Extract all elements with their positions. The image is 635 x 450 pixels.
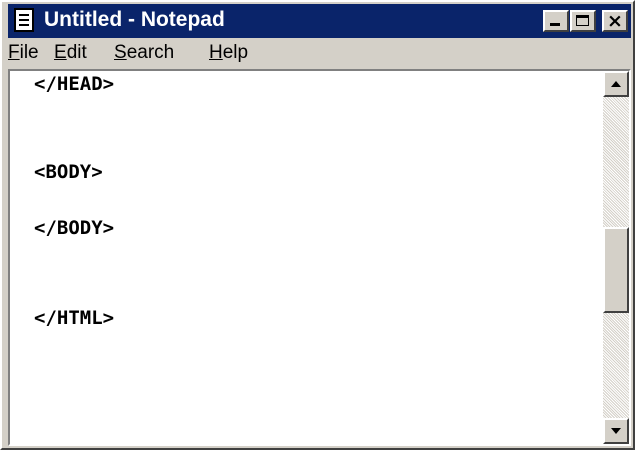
menu-search-mnemonic: S (114, 42, 127, 63)
title-bar[interactable]: Untitled - Notepad × (8, 4, 631, 38)
menu-help-mnemonic: H (209, 42, 223, 63)
menu-file-label: ile (19, 42, 39, 63)
menu-search-label: earch (126, 42, 175, 63)
close-button[interactable]: × (602, 10, 628, 32)
arrow-up-icon (611, 81, 621, 87)
text-line: </BODY> (34, 217, 115, 239)
scroll-up-button[interactable] (603, 71, 629, 97)
menu-edit[interactable]: Edit (54, 42, 87, 64)
notepad-window: Untitled - Notepad × File Edit Search He… (0, 0, 635, 450)
menu-search[interactable]: Search (114, 42, 174, 64)
text-line: </HTML> (34, 307, 115, 329)
menu-file-mnemonic: F (8, 42, 20, 63)
scroll-down-button[interactable] (603, 418, 629, 444)
text-area[interactable]: </HEAD> <BODY> </BODY> </HTML> (10, 71, 603, 444)
text-line: <BODY> (34, 161, 103, 183)
menu-edit-label: dit (66, 42, 87, 63)
window-title: Untitled - Notepad (44, 8, 225, 31)
maximize-icon (576, 15, 589, 26)
menu-file[interactable]: File (8, 42, 39, 64)
menu-edit-mnemonic: E (54, 42, 67, 63)
menu-help[interactable]: Help (209, 42, 248, 64)
notepad-icon[interactable] (14, 8, 34, 32)
arrow-down-icon (611, 428, 621, 434)
maximize-button[interactable] (570, 10, 596, 32)
minimize-button[interactable] (543, 10, 569, 32)
text-editor[interactable]: </HEAD> <BODY> </BODY> </HTML> (8, 69, 631, 446)
menu-help-label: elp (222, 42, 249, 63)
close-icon: × (607, 10, 623, 32)
minimize-icon (550, 23, 560, 26)
scroll-thumb[interactable] (603, 227, 629, 313)
text-line: </HEAD> (34, 73, 115, 95)
vertical-scrollbar[interactable] (603, 71, 629, 444)
